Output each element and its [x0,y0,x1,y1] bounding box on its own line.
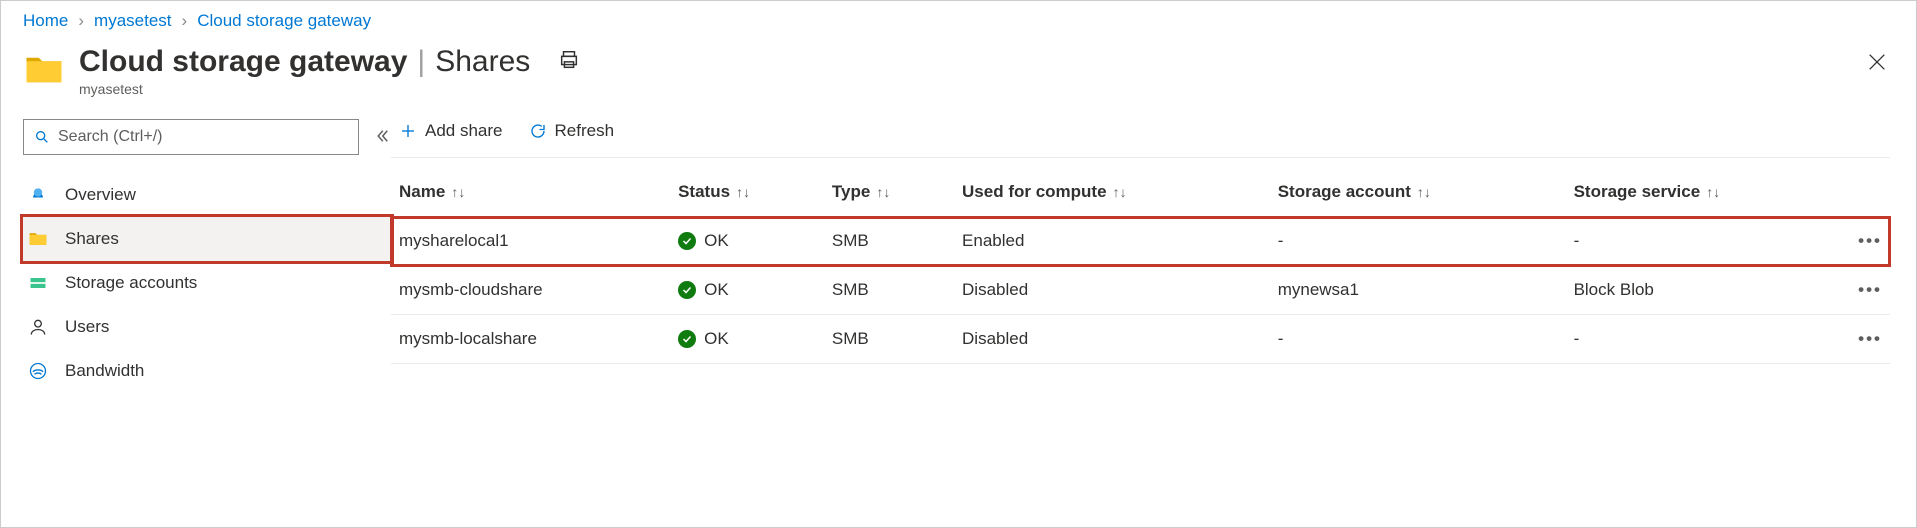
cell-account: - [1270,315,1566,364]
sort-icon: ↑↓ [1417,184,1431,200]
storage-icon [27,272,49,294]
sidebar-item-bandwidth[interactable]: Bandwidth [23,349,391,393]
table-row[interactable]: mysharelocal1OKSMBEnabled--••• [391,217,1890,266]
column-header[interactable]: Type↑↓ [824,168,954,217]
ok-icon [678,281,696,299]
page-header: Cloud storage gateway | Shares myasetest [1,43,1916,97]
sort-icon: ↑↓ [876,184,890,200]
search-input[interactable]: Search (Ctrl+/) [23,119,359,155]
breadcrumb-link[interactable]: Home [23,11,68,31]
sidebar-item-shares[interactable]: Shares [23,217,391,261]
breadcrumb: Home › myasetest › Cloud storage gateway [1,1,1916,43]
divider [391,157,1890,158]
plus-icon [399,122,417,140]
column-header[interactable]: Used for compute↑↓ [954,168,1270,217]
user-icon [27,316,49,338]
close-icon[interactable] [1866,51,1888,76]
folder-icon [23,49,65,91]
sidebar-item-storage-accounts[interactable]: Storage accounts [23,261,391,305]
cell-service: - [1566,217,1850,266]
chevron-right-icon: › [78,11,84,31]
search-icon [34,129,50,145]
cell-name: mysharelocal1 [391,217,670,266]
page-title: Cloud storage gateway | Shares [79,45,580,79]
table-row[interactable]: mysmb-localshareOKSMBDisabled--••• [391,315,1890,364]
sort-icon: ↑↓ [736,184,750,200]
main-content: Add share Refresh Name↑↓Status↑↓Type↑↓Us… [391,119,1916,364]
sidebar-item-label: Shares [65,229,119,249]
ok-icon [678,232,696,250]
table-header-row: Name↑↓Status↑↓Type↑↓Used for compute↑↓St… [391,168,1890,217]
cell-account: mynewsa1 [1270,266,1566,315]
refresh-icon [529,122,547,140]
column-header[interactable]: Storage service↑↓ [1566,168,1850,217]
print-icon[interactable] [558,45,580,79]
cell-name: mysmb-cloudshare [391,266,670,315]
ok-icon [678,330,696,348]
sidebar: Search (Ctrl+/) Overview Shares Storage ac… [1,119,391,393]
cell-type: SMB [824,266,954,315]
sort-icon: ↑↓ [451,184,465,200]
folder-icon [27,228,49,250]
cell-account: - [1270,217,1566,266]
row-context-menu[interactable]: ••• [1850,315,1890,364]
collapse-icon[interactable] [373,127,391,148]
cell-compute: Disabled [954,315,1270,364]
sidebar-nav: Overview Shares Storage accounts Users Bandw… [23,173,391,393]
column-header[interactable]: Name↑↓ [391,168,670,217]
cell-status: OK [670,217,824,266]
sidebar-item-users[interactable]: Users [23,305,391,349]
cell-status: OK [670,266,824,315]
cell-service: Block Blob [1566,266,1850,315]
sidebar-item-label: Overview [65,185,136,205]
cell-name: mysmb-localshare [391,315,670,364]
row-context-menu[interactable]: ••• [1850,266,1890,315]
cell-status: OK [670,315,824,364]
cell-type: SMB [824,217,954,266]
cell-compute: Enabled [954,217,1270,266]
cell-service: - [1566,315,1850,364]
table-row[interactable]: mysmb-cloudshareOKSMBDisabledmynewsa1Blo… [391,266,1890,315]
sidebar-item-label: Bandwidth [65,361,144,381]
overview-icon [27,184,49,206]
column-header[interactable]: Status↑↓ [670,168,824,217]
sidebar-item-label: Users [65,317,109,337]
refresh-button[interactable]: Refresh [529,121,615,141]
toolbar: Add share Refresh [391,119,1890,157]
shares-table: Name↑↓Status↑↓Type↑↓Used for compute↑↓St… [391,168,1890,364]
sidebar-item-overview[interactable]: Overview [23,173,391,217]
breadcrumb-link[interactable]: myasetest [94,11,171,31]
page-subtitle: myasetest [79,81,580,97]
chevron-right-icon: › [182,11,188,31]
sort-icon: ↑↓ [1113,184,1127,200]
sidebar-item-label: Storage accounts [65,273,197,293]
cell-compute: Disabled [954,266,1270,315]
sort-icon: ↑↓ [1706,184,1720,200]
bandwidth-icon [27,360,49,382]
table-body: mysharelocal1OKSMBEnabled--•••mysmb-clou… [391,217,1890,364]
column-header[interactable]: Storage account↑↓ [1270,168,1566,217]
row-context-menu[interactable]: ••• [1850,217,1890,266]
cell-type: SMB [824,315,954,364]
add-share-button[interactable]: Add share [399,121,503,141]
breadcrumb-link[interactable]: Cloud storage gateway [197,11,371,31]
